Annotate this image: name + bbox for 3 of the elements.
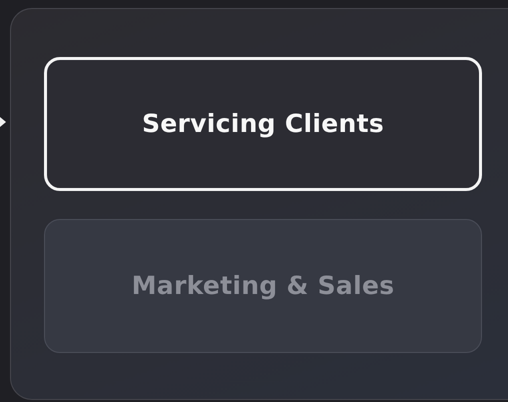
option-button[interactable]: Marketing & Sales	[44, 219, 482, 353]
connector-icon	[0, 117, 6, 127]
option-button[interactable]: Servicing Clients	[44, 57, 482, 191]
